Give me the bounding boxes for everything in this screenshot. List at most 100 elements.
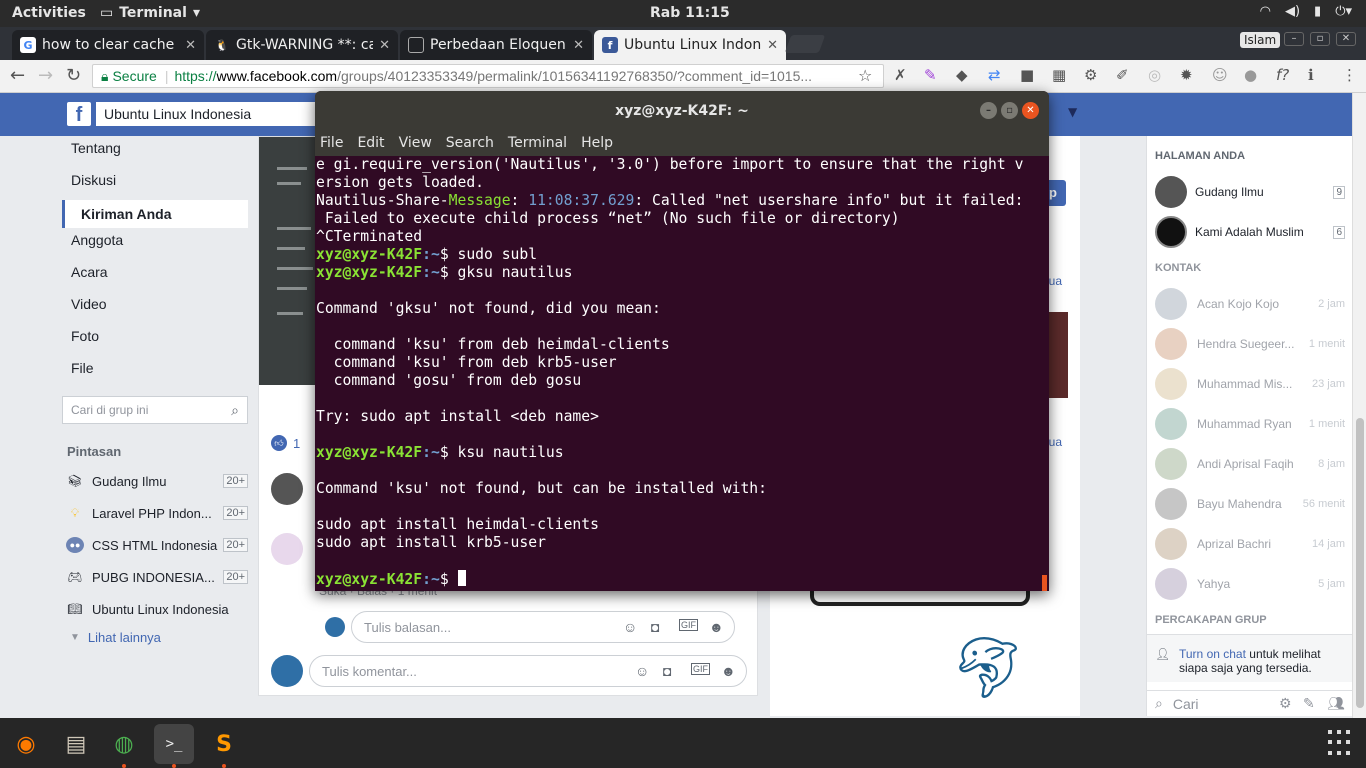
browser-tab[interactable]: Perbedaan Eloquen ✕ [400, 30, 592, 60]
profile-button[interactable]: Islam [1240, 32, 1281, 48]
extension-pen-icon[interactable]: ✎ [924, 66, 937, 84]
contact-item[interactable]: Andi Aprisal Faqih 8 jam [1155, 448, 1345, 480]
shortcut-item[interactable]: 💡︎ Laravel PHP Indon... 20+ [62, 497, 248, 529]
app-menu-button[interactable]: ▭ Terminal ▾ [100, 5, 200, 21]
maximize-icon[interactable]: ▫ [1310, 32, 1330, 46]
post-screenshot-image[interactable] [259, 137, 319, 385]
nav-item-kiriman-anda[interactable]: Kiriman Anda [62, 200, 248, 228]
firefox-icon[interactable]: ◉ [6, 724, 46, 764]
nav-item-video[interactable]: Video [62, 292, 248, 324]
show-applications-icon[interactable] [1328, 730, 1354, 756]
close-icon[interactable]: ✕ [573, 38, 584, 53]
formula-icon[interactable]: f? [1276, 66, 1289, 84]
contact-item[interactable]: Acan Kojo Kojo 2 jam [1155, 288, 1345, 320]
terminal-titlebar[interactable]: xyz@xyz-K42F: ~ – ▫ ✕ [315, 91, 1049, 131]
shortcut-item[interactable]: ●● CSS HTML Indonesia 20+ [62, 529, 248, 561]
avatar[interactable] [271, 473, 303, 505]
chrome-menu-icon[interactable]: ⋮ [1342, 66, 1357, 84]
terminal-scrollbar[interactable] [1042, 575, 1047, 591]
browser-tab[interactable]: G how to clear cache r ✕ [12, 30, 204, 60]
chevron-down-icon[interactable]: ▼ [1068, 105, 1077, 119]
extension-head-icon[interactable]: ● [1244, 66, 1257, 84]
extension-settings-icon[interactable]: ✹ [1180, 66, 1193, 84]
minimize-icon[interactable]: – [1284, 32, 1304, 46]
chrome-icon[interactable]: ◍ [104, 724, 144, 768]
shortcut-item[interactable]: 📚︎ Gudang Ilmu 20+ [62, 465, 248, 497]
nav-item-anggota[interactable]: Anggota [62, 228, 248, 260]
close-icon[interactable]: ✕ [185, 38, 196, 53]
menu-view[interactable]: View [399, 135, 432, 156]
eyedropper-icon[interactable]: ✐ [1116, 66, 1129, 84]
facebook-logo[interactable]: f [67, 102, 91, 126]
nav-item-acara[interactable]: Acara [62, 260, 248, 292]
extension-square-icon[interactable]: ■ [1020, 66, 1034, 84]
sticker-icon[interactable]: ☻ [721, 663, 736, 679]
facebook-search-input[interactable]: Ubuntu Linux Indonesia [96, 102, 336, 126]
page-item[interactable]: Kami Adalah Muslim 6 [1155, 216, 1345, 248]
add-group-icon[interactable]: 👥︎ [1327, 695, 1345, 712]
minimize-icon[interactable]: – [980, 102, 997, 119]
avatar[interactable] [271, 533, 303, 565]
camera-icon[interactable]: ◘ [663, 663, 671, 679]
page-item[interactable]: Gudang Ilmu 9 [1155, 176, 1345, 208]
nav-item-foto[interactable]: Foto [62, 324, 248, 356]
contact-item[interactable]: Muhammad Ryan 1 menit [1155, 408, 1345, 440]
emoji-icon[interactable]: ☺ [623, 619, 637, 635]
browser-tab-active[interactable]: f Ubuntu Linux Indon ✕ [594, 30, 786, 60]
see-more-link[interactable]: ▼ Lihat lainnya [62, 625, 248, 649]
nav-item-diskusi[interactable]: Diskusi [62, 168, 248, 200]
emoji-icon[interactable]: ☺ [635, 663, 649, 679]
contact-item[interactable]: Yahya 5 jam [1155, 568, 1345, 600]
like-count[interactable]: 👍︎ 1 [271, 435, 300, 451]
extension-x-icon[interactable]: ✗ [894, 66, 907, 84]
close-icon[interactable]: ✕ [1022, 102, 1039, 119]
activities-button[interactable]: Activities [12, 5, 86, 21]
group-search-input[interactable]: Cari di grup ini ⌕ [62, 396, 248, 424]
sticker-icon[interactable]: ☻ [709, 619, 724, 635]
gif-icon[interactable]: GIF [679, 619, 698, 631]
back-icon[interactable]: ← [10, 65, 25, 86]
close-icon[interactable]: ✕ [379, 38, 390, 53]
clock[interactable]: Rab 11:15 [650, 5, 730, 21]
close-icon[interactable]: ✕ [767, 38, 778, 53]
comment-input[interactable]: Tulis komentar... [309, 655, 747, 687]
shortcut-item[interactable]: 🎮︎ PUBG INDONESIA... 20+ [62, 561, 248, 593]
terminal-output[interactable]: e gi.require_version('Nautilus', '3.0') … [315, 156, 1049, 589]
files-icon[interactable]: ▤ [56, 724, 96, 764]
terminal-icon[interactable]: >_ [154, 724, 194, 768]
extension-ring-icon[interactable]: ◎ [1148, 66, 1161, 84]
menu-terminal[interactable]: Terminal [508, 135, 567, 156]
contact-item[interactable]: Hendra Suegeer... 1 menit [1155, 328, 1345, 360]
compose-icon[interactable]: ✎ [1303, 695, 1315, 712]
nav-item-tentang[interactable]: Tentang [62, 136, 248, 168]
scrollbar-thumb[interactable] [1356, 418, 1364, 708]
sublime-icon[interactable]: S [204, 724, 244, 768]
chat-search-input[interactable]: ⌕ Cari ⚙ ✎ 👥︎ [1147, 690, 1353, 716]
translate-icon[interactable]: ⇄ [988, 66, 1001, 84]
turn-on-chat-link[interactable]: Turn on chat [1179, 647, 1246, 661]
browser-tab[interactable]: 🐧 Gtk-WARNING **: ca ✕ [206, 30, 398, 60]
extension-calendar-icon[interactable]: ▦ [1052, 66, 1066, 84]
nav-item-file[interactable]: File [62, 356, 248, 388]
contact-item[interactable]: Aprizal Bachri 14 jam [1155, 528, 1345, 560]
bookmark-star-icon[interactable]: ☆ [858, 66, 872, 85]
camera-icon[interactable]: ◘ [651, 619, 659, 635]
menu-file[interactable]: File [320, 135, 343, 156]
extension-info-icon[interactable]: ℹ [1308, 66, 1314, 84]
menu-help[interactable]: Help [581, 135, 613, 156]
maximize-icon[interactable]: ▫ [1001, 102, 1018, 119]
extension-layers-icon[interactable]: ◆ [956, 66, 968, 84]
extension-gear-icon[interactable]: ⚙ [1084, 66, 1097, 84]
system-tray[interactable]: ◠ ◀) ▮ ⏻▾ [1260, 4, 1352, 19]
page-scrollbar[interactable] [1352, 93, 1366, 718]
reply-input[interactable]: Tulis balasan... [351, 611, 735, 643]
address-bar[interactable]: 🔒︎ Secure | https:// www.facebook.com /g… [92, 64, 884, 88]
shortcut-item[interactable]: 📖︎ Ubuntu Linux Indonesia [62, 593, 248, 625]
menu-search[interactable]: Search [446, 135, 494, 156]
menu-edit[interactable]: Edit [357, 135, 384, 156]
contact-item[interactable]: Muhammad Mis... 23 jam [1155, 368, 1345, 400]
contact-item[interactable]: Bayu Mahendra 56 menit [1155, 488, 1345, 520]
terminal-window[interactable]: xyz@xyz-K42F: ~ – ▫ ✕ File Edit View Sea… [315, 91, 1049, 591]
reload-icon[interactable]: ↻ [66, 65, 81, 86]
extension-face-icon[interactable]: ☺ [1212, 66, 1228, 84]
